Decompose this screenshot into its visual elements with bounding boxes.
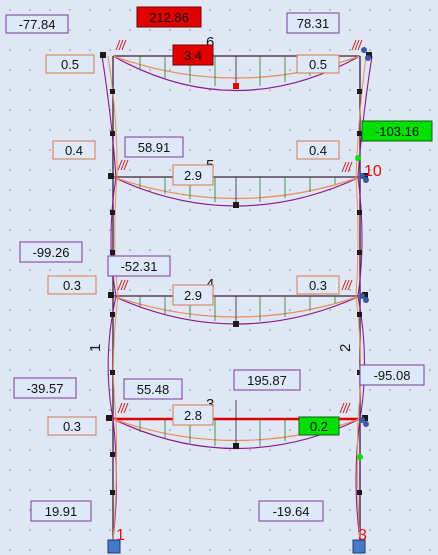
svg-text:-95.08: -95.08 [374, 368, 411, 383]
moment-label-f3-right: -103.16 [361, 120, 433, 142]
svg-text:0.3: 0.3 [309, 278, 327, 293]
span-label-f3-right: 0.4 [296, 140, 340, 160]
span-label-top-right: 0.5 [296, 54, 340, 74]
span-label-f2-left: 0.3 [47, 275, 97, 295]
moment-label-f1-span: 195.87 [233, 369, 301, 391]
moment-label-f3-mid: 58.91 [124, 136, 184, 158]
svg-text:2.9: 2.9 [184, 288, 202, 303]
svg-text:-52.31: -52.31 [121, 259, 158, 274]
frame-diagram-canvas: 1 3 10 1 2 3 4 5 6 -77.84 212.86 78.31 5… [0, 0, 438, 555]
svg-text:0.4: 0.4 [65, 143, 83, 158]
moment-label-f1-left: -39.57 [13, 377, 77, 399]
moment-label-f2-left: -99.26 [19, 241, 83, 263]
svg-text:3.4: 3.4 [184, 48, 202, 63]
svg-text:58.91: 58.91 [138, 140, 171, 155]
span-label-f2-mid: 2.9 [172, 284, 214, 306]
node-label-10: 10 [364, 163, 382, 180]
moment-label-top-right: 78.31 [286, 12, 340, 34]
svg-text:0.4: 0.4 [309, 143, 327, 158]
span-label-top-left: 0.5 [45, 54, 95, 74]
span-label-f3-mid: 2.9 [172, 164, 214, 186]
moment-label-f1-right: -95.08 [359, 364, 425, 386]
moment-label-f2-mid: -52.31 [107, 255, 171, 277]
node-label-3: 3 [358, 527, 367, 544]
svg-text:-103.16: -103.16 [375, 124, 419, 139]
svg-text:2.8: 2.8 [184, 408, 202, 423]
span-label-top-mid: 3.4 [172, 44, 214, 66]
node-label-1: 1 [116, 527, 125, 544]
span-label-f3-left: 0.4 [52, 140, 96, 160]
svg-text:0.5: 0.5 [309, 57, 327, 72]
member-label-1: 1 [87, 344, 104, 352]
moment-label-top-left: -77.84 [5, 14, 69, 34]
svg-text:78.31: 78.31 [297, 16, 330, 31]
moment-label-f1-mid: 55.48 [123, 378, 183, 400]
svg-text:55.48: 55.48 [137, 382, 170, 397]
moment-label-top-mid: 212.86 [136, 6, 202, 28]
svg-text:0.3: 0.3 [63, 419, 81, 434]
svg-text:-77.84: -77.84 [19, 17, 56, 32]
svg-text:-39.57: -39.57 [27, 381, 64, 396]
svg-text:195.87: 195.87 [247, 373, 287, 388]
span-label-f1-mid: 2.8 [172, 404, 214, 426]
span-label-f2-right: 0.3 [296, 275, 340, 295]
moment-label-base-right: -19.64 [258, 500, 324, 522]
svg-text:19.91: 19.91 [45, 504, 78, 519]
moment-label-base-left: 19.91 [30, 500, 92, 522]
span-label-f1-right: 0.2 [298, 416, 340, 436]
svg-text:0.2: 0.2 [310, 419, 328, 434]
svg-text:-99.26: -99.26 [33, 245, 70, 260]
span-label-f1-left: 0.3 [47, 416, 97, 436]
svg-text:2.9: 2.9 [184, 168, 202, 183]
svg-text:-19.64: -19.64 [273, 504, 310, 519]
svg-text:0.3: 0.3 [63, 278, 81, 293]
member-label-2: 2 [337, 344, 354, 352]
svg-text:0.5: 0.5 [61, 57, 79, 72]
svg-text:212.86: 212.86 [149, 10, 189, 25]
